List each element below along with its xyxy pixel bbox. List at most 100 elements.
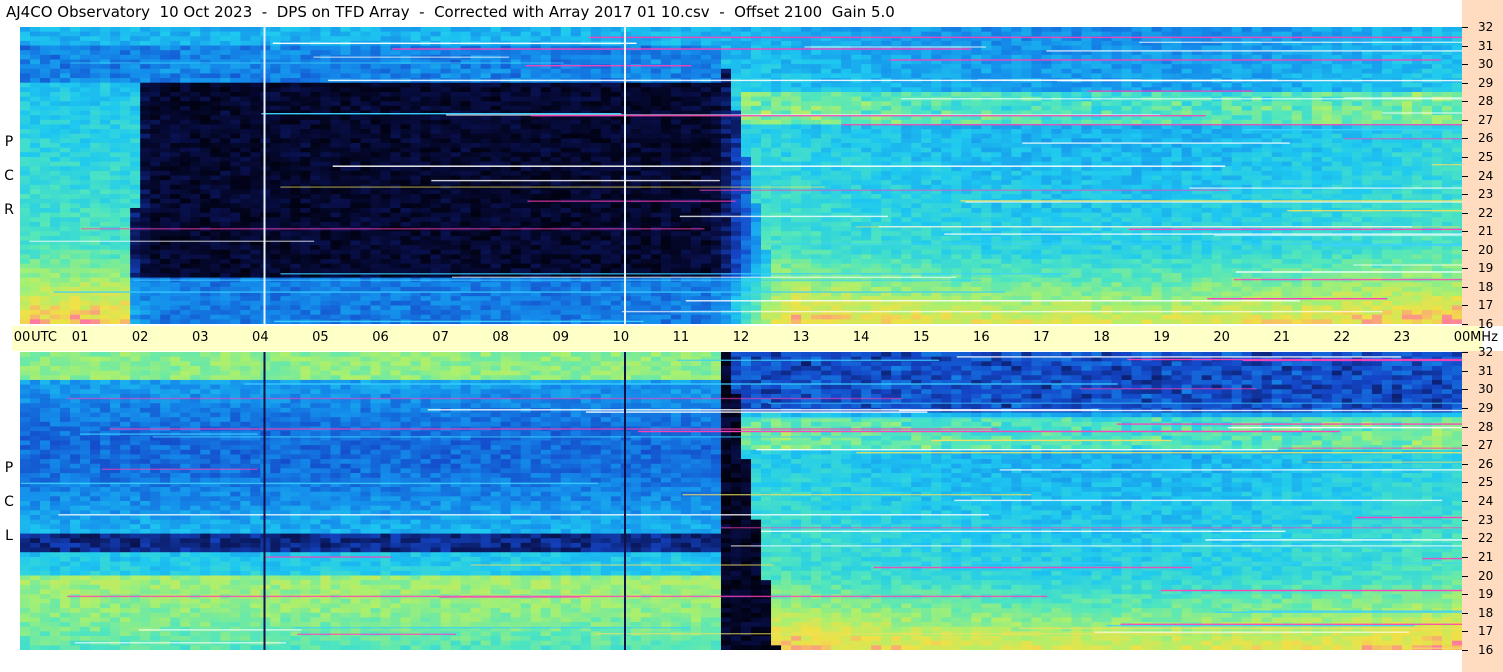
rcp-spectrogram-cell xyxy=(180,91,191,98)
rcp-spectrogram-cell xyxy=(180,282,191,288)
rcp-spectrogram-cell xyxy=(90,59,101,65)
rcp-spectrogram-cell xyxy=(410,268,422,274)
rcp-spectrogram-cell xyxy=(260,115,271,121)
rcp-spectrogram-cell xyxy=(300,305,311,311)
rcp-spectrogram-cell xyxy=(60,221,71,228)
rcp-spectrogram-cell xyxy=(761,245,772,251)
rcp-spectrogram-cell xyxy=(350,129,362,135)
rcp-spectrogram-cell xyxy=(90,161,101,167)
rcp-spectrogram-cell xyxy=(370,235,382,242)
rcp-spectrogram-cell xyxy=(210,296,221,302)
rcp-spectrogram-cell xyxy=(260,54,271,61)
rcp-spectrogram-cell xyxy=(500,31,512,37)
rcp-spectrogram-cell xyxy=(490,245,502,251)
rcp-spectrogram-cell xyxy=(751,31,762,37)
rcp-spectrogram-cell xyxy=(751,282,762,288)
rcp-spectrogram-cell xyxy=(290,207,301,214)
rcp-spectrogram-cell xyxy=(781,124,792,130)
rcp-spectrogram-cell xyxy=(500,240,512,246)
rcp-spectrogram-cell xyxy=(660,221,672,228)
rcp-spectrogram-cell xyxy=(771,59,782,65)
rcp-spectrogram-cell xyxy=(440,91,452,98)
rcp-spectrogram-cell xyxy=(751,310,762,316)
rcp-spectrogram-cell xyxy=(510,31,522,37)
rcp-spectrogram-cell xyxy=(730,217,742,223)
rcp-spectrogram-cell xyxy=(210,245,221,251)
rcp-spectrogram-cell xyxy=(781,217,792,223)
rcp-spectrogram-cell xyxy=(560,124,572,130)
rcp-spectrogram-cell xyxy=(30,194,41,200)
rcp-spectrogram-cell xyxy=(100,212,111,218)
rcp-spectrogram-cell xyxy=(430,235,442,242)
rcp-spectrogram-cell xyxy=(690,282,702,288)
rcp-spectrogram-cell xyxy=(360,282,372,288)
rcp-spectrogram-cell xyxy=(230,143,241,149)
rcp-spectrogram-cell xyxy=(630,73,642,79)
rcp-spectrogram-cell xyxy=(290,194,301,200)
rcp-spectrogram-cell xyxy=(500,263,512,269)
rcp-spectrogram-cell xyxy=(220,207,231,214)
rcp-spectrogram-cell xyxy=(620,203,632,209)
rcp-spectrogram-cell xyxy=(380,314,392,320)
rcp-spectrogram-cell xyxy=(440,245,452,251)
rcp-spectrogram-cell xyxy=(470,59,482,65)
rcp-spectrogram-cell xyxy=(250,40,261,47)
rcp-spectrogram-cell xyxy=(751,226,762,232)
rcp-spectrogram-cell xyxy=(700,217,712,223)
rcp-spectrogram-cell xyxy=(440,129,452,135)
rcp-spectrogram-cell xyxy=(781,221,792,228)
rcp-spectrogram-cell xyxy=(600,207,612,214)
rcp-spectrogram-cell xyxy=(40,156,51,163)
rcp-spectrogram-cell xyxy=(310,217,322,223)
rcp-spectrogram-cell xyxy=(350,133,362,139)
rcp-spectrogram-cell xyxy=(260,133,271,139)
rcp-spectrogram-cell xyxy=(240,138,251,144)
rcp-spectrogram-cell xyxy=(610,156,622,163)
rcp-spectrogram-cell xyxy=(540,147,552,153)
rcp-spectrogram-cell xyxy=(160,170,171,177)
rcp-spectrogram-cell xyxy=(490,91,502,98)
rcp-spectrogram-cell xyxy=(590,268,602,274)
rcp-spectrogram-cell xyxy=(130,296,141,302)
rcp-spectrogram-cell xyxy=(440,50,452,56)
rcp-spectrogram-cell xyxy=(110,217,121,223)
rcp-spectrogram-cell xyxy=(100,249,111,255)
rcp-spectrogram-cell xyxy=(330,166,342,172)
rcp-spectrogram-cell xyxy=(60,143,71,149)
rcp-spectrogram-cell xyxy=(470,231,482,237)
rcp-spectrogram-cell xyxy=(340,175,352,181)
rcp-spectrogram-cell xyxy=(781,314,792,320)
rcp-spectrogram-cell xyxy=(440,36,452,42)
rcp-spectrogram-cell xyxy=(240,124,251,130)
rcp-spectrogram-cell xyxy=(370,31,382,37)
rcp-spectrogram-cell xyxy=(720,59,732,65)
rcp-spectrogram-cell xyxy=(240,31,251,37)
rcp-spectrogram-cell xyxy=(150,310,161,316)
rcp-spectrogram-cell xyxy=(600,54,612,61)
rcp-spectrogram-cell xyxy=(40,101,51,107)
rcp-spectrogram-cell xyxy=(100,286,111,293)
rcp-spectrogram-cell xyxy=(560,96,572,102)
rcp-spectrogram-cell xyxy=(630,203,642,209)
rcp-spectrogram-cell xyxy=(290,314,301,320)
rcp-spectrogram-cell xyxy=(120,110,131,116)
rcp-spectrogram-cell xyxy=(540,143,552,149)
rcp-spectrogram-cell xyxy=(70,50,81,56)
rcp-spectrogram-cell xyxy=(500,314,512,320)
rcp-spectrogram-cell xyxy=(440,259,452,265)
rcp-spectrogram-cell xyxy=(700,54,712,61)
rcp-spectrogram-cell xyxy=(310,296,322,302)
rcp-spectrogram-cell xyxy=(410,203,422,209)
rcp-spectrogram-cell xyxy=(110,194,121,200)
rcp-spectrogram-cell xyxy=(70,282,81,288)
rcp-spectrogram-cell xyxy=(290,87,301,93)
rcp-spectrogram-cell xyxy=(510,129,522,135)
rcp-spectrogram-cell xyxy=(260,161,271,167)
rcp-spectrogram-cell xyxy=(180,161,191,167)
rcp-spectrogram-cell xyxy=(560,147,572,153)
rcp-spectrogram-cell xyxy=(590,91,602,98)
rcp-spectrogram-cell xyxy=(420,59,432,65)
rcp-spectrogram-cell xyxy=(190,259,201,265)
rcp-spectrogram-cell xyxy=(680,245,692,251)
rcp-spectrogram-cell xyxy=(150,180,161,186)
